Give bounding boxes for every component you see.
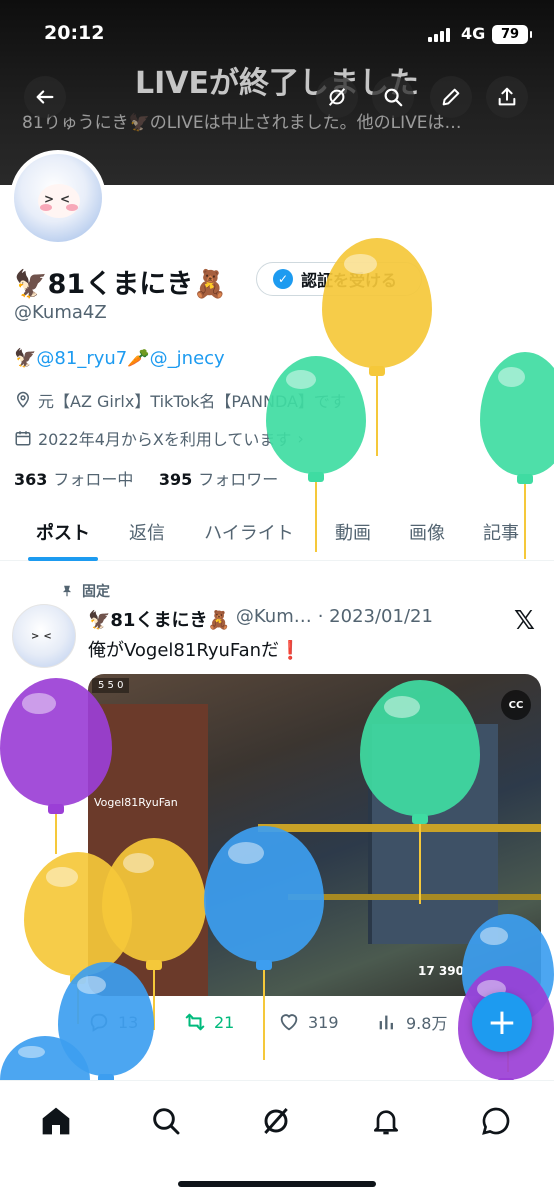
messages-icon[interactable] bbox=[478, 1103, 514, 1139]
post-text: 俺がVogel81RyuFanだ❗ bbox=[88, 636, 301, 662]
profile-bio: 🦅@81_ryu7🥕@_jnecy bbox=[14, 348, 225, 369]
tab-replies[interactable]: 返信 bbox=[120, 505, 174, 561]
balloon-string bbox=[376, 376, 378, 456]
balloon-body bbox=[204, 826, 324, 962]
grok-icon[interactable] bbox=[258, 1103, 294, 1139]
following-link[interactable]: 363 フォロー中 bbox=[14, 470, 133, 489]
avatar-eyes: >< bbox=[31, 631, 56, 642]
following-label: フォロー中 bbox=[53, 470, 134, 489]
balloon-shine bbox=[384, 696, 420, 719]
home-icon[interactable] bbox=[38, 1103, 74, 1139]
balloon-knot bbox=[412, 814, 428, 824]
teal-balloon bbox=[266, 356, 366, 556]
pin-icon bbox=[62, 585, 72, 597]
teal-balloon bbox=[480, 352, 554, 563]
balloon-body bbox=[0, 678, 112, 806]
post-author-handle[interactable]: @Kum… bbox=[236, 606, 312, 632]
balloon-string bbox=[524, 484, 526, 559]
balloon-knot bbox=[256, 960, 272, 970]
balloon-string bbox=[263, 970, 265, 1060]
x-logo-icon[interactable]: 𝕏 bbox=[514, 606, 535, 636]
balloon-string bbox=[419, 824, 421, 904]
views-button[interactable]: 9.8万 bbox=[376, 1010, 447, 1034]
back-icon[interactable] bbox=[24, 76, 66, 118]
views-icon bbox=[379, 1015, 393, 1030]
balloon-body bbox=[266, 356, 366, 474]
edit-icon[interactable] bbox=[430, 76, 472, 118]
balloon-shine bbox=[45, 866, 78, 887]
profile-joined[interactable]: 2022年4月からXを利用しています › bbox=[14, 426, 304, 450]
captions-button[interactable]: CC bbox=[501, 690, 531, 720]
profile-avatar[interactable]: >< bbox=[10, 150, 106, 246]
network-label: 4G bbox=[461, 24, 486, 43]
pinned-indicator: 固定 bbox=[60, 581, 110, 601]
balloon-knot bbox=[369, 366, 385, 376]
balloon-shine bbox=[228, 842, 264, 865]
followers-count: 395 bbox=[158, 470, 193, 489]
follow-counts: 363 フォロー中 395 フォロワー bbox=[14, 466, 278, 490]
teal-balloon bbox=[360, 680, 480, 908]
balloon-shine bbox=[122, 852, 154, 873]
tab-posts[interactable]: ポスト bbox=[28, 505, 98, 561]
avatar-blush bbox=[40, 204, 52, 211]
post-text-body: 俺がVogel81RyuFanだ bbox=[88, 640, 280, 661]
bio-mention-1[interactable]: @81_ryu7 bbox=[36, 348, 127, 369]
signal-icon bbox=[428, 28, 450, 42]
balloon-knot bbox=[308, 472, 324, 482]
battery-icon: 79 bbox=[492, 25, 532, 44]
post-header: 🦅81くまにき🧸 @Kum… · 2023/01/21 bbox=[88, 606, 433, 632]
balloon-string bbox=[315, 482, 317, 552]
tab-images[interactable]: 画像 bbox=[400, 505, 454, 561]
home-indicator bbox=[178, 1181, 376, 1187]
view-count: 9.8万 bbox=[406, 1014, 448, 1033]
balloon-knot bbox=[48, 804, 64, 814]
grok-icon[interactable] bbox=[316, 76, 358, 118]
balloon-knot bbox=[517, 474, 533, 484]
bio-mention-2[interactable]: @_jnecy bbox=[150, 348, 225, 369]
bio-carrot: 🥕 bbox=[127, 348, 150, 369]
balloon-shine bbox=[286, 370, 316, 390]
verified-badge-icon: ✓ bbox=[273, 269, 293, 289]
post-author-avatar[interactable]: >< bbox=[12, 604, 76, 668]
bio-eagle: 🦅 bbox=[14, 348, 37, 369]
purple-balloon bbox=[0, 678, 112, 858]
balloon-body bbox=[322, 238, 432, 368]
balloon-string bbox=[55, 814, 57, 854]
pinned-label: 固定 bbox=[82, 584, 110, 600]
joined-text: 2022年4月からXを利用しています bbox=[38, 430, 292, 449]
exclamation-mark: ❗ bbox=[279, 640, 302, 661]
post-date[interactable]: · 2023/01/21 bbox=[318, 606, 433, 632]
balloon-body bbox=[102, 838, 206, 962]
compose-button[interactable]: + bbox=[472, 992, 532, 1052]
following-count: 363 bbox=[14, 470, 48, 489]
balloon-shine bbox=[480, 927, 508, 945]
followers-link[interactable]: 395 フォロワー bbox=[159, 470, 278, 489]
avatar-blush bbox=[66, 204, 78, 211]
balloon-body bbox=[360, 680, 480, 816]
explore-icon[interactable] bbox=[148, 1103, 184, 1139]
notifications-icon[interactable] bbox=[368, 1103, 404, 1139]
share-icon[interactable] bbox=[486, 76, 528, 118]
blue-balloon bbox=[204, 826, 324, 1064]
search-icon[interactable] bbox=[372, 76, 414, 118]
profile-handle: @Kuma4Z bbox=[14, 302, 107, 323]
location-icon bbox=[16, 391, 30, 408]
status-bar: 20:12 4G 79 bbox=[0, 22, 554, 50]
post-author-name[interactable]: 🦅81くまにき🧸 bbox=[88, 606, 230, 632]
balloon-shine bbox=[498, 366, 525, 387]
status-time: 20:12 bbox=[44, 22, 105, 44]
calendar-icon bbox=[15, 431, 31, 446]
balloon-shine bbox=[22, 693, 56, 714]
profile-display-name: 🦅81くまにき🧸 bbox=[14, 269, 227, 300]
balloon-shine bbox=[77, 975, 106, 994]
